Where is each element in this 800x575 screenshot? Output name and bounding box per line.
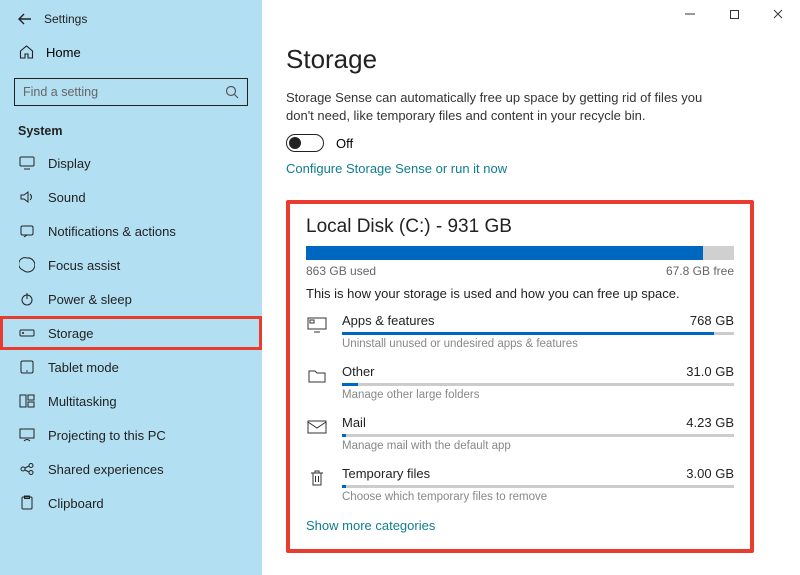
tablet-icon [18,359,36,375]
sidebar-item-label: Shared experiences [48,462,164,477]
sidebar-item-notifications[interactable]: Notifications & actions [0,214,262,248]
disk-free-label: 67.8 GB free [666,264,734,278]
category-hint: Choose which temporary files to remove [342,491,734,503]
category-hint: Manage other large folders [342,389,734,401]
category-size: 3.00 GB [686,466,734,481]
sidebar-item-label: Clipboard [48,496,104,511]
sidebar-item-label: Storage [48,326,94,341]
titlebar-controls [668,0,800,28]
sidebar: Settings Home Find a setting System Disp… [0,0,262,575]
close-button[interactable] [756,0,800,28]
search-input[interactable]: Find a setting [14,78,248,106]
window-title: Settings [44,12,87,26]
category-size: 768 GB [690,313,734,328]
show-more-categories-link[interactable]: Show more categories [306,518,435,533]
notifications-icon [18,223,36,239]
sidebar-item-multitasking[interactable]: Multitasking [0,384,262,418]
power-icon [18,291,36,307]
sidebar-nav: Display Sound Notifications & actions Fo… [0,146,262,520]
minimize-button[interactable] [668,0,712,28]
local-disk-panel: Local Disk (C:) - 931 GB 863 GB used 67.… [286,200,754,553]
category-name: Temporary files [342,466,430,481]
category-hint: Manage mail with the default app [342,440,734,452]
sidebar-item-clipboard[interactable]: Clipboard [0,486,262,520]
search-icon [225,85,239,99]
search-placeholder: Find a setting [23,85,98,99]
maximize-button[interactable] [712,0,756,28]
sound-icon [18,189,36,205]
disk-used-label: 863 GB used [306,264,376,278]
category-hint: Uninstall unused or undesired apps & fea… [342,338,734,350]
clipboard-icon [18,495,36,511]
page-title: Storage [286,44,756,75]
category-mail[interactable]: Mail 4.23 GB Manage mail with the default… [306,415,734,452]
category-apps-features[interactable]: Apps & features 768 GB Uninstall unused o… [306,313,734,350]
sidebar-item-label: Projecting to this PC [48,428,166,443]
sidebar-item-label: Focus assist [48,258,120,273]
mail-icon [306,416,328,438]
back-icon[interactable] [18,13,32,25]
trash-icon [306,467,328,489]
sidebar-item-focus-assist[interactable]: Focus assist [0,248,262,282]
sidebar-home[interactable]: Home [0,34,262,70]
sidebar-item-label: Sound [48,190,86,205]
sidebar-item-label: Display [48,156,91,171]
display-icon [18,155,36,171]
category-size: 4.23 GB [686,415,734,430]
category-other[interactable]: Other 31.0 GB Manage other large folders [306,364,734,401]
disk-description: This is how your storage is used and how… [306,286,734,301]
sidebar-item-shared-experiences[interactable]: Shared experiences [0,452,262,486]
disk-usage-bar [306,246,734,260]
sidebar-item-power-sleep[interactable]: Power & sleep [0,282,262,316]
sidebar-item-label: Power & sleep [48,292,132,307]
disk-usage-bar-fill [306,246,703,260]
sidebar-item-storage[interactable]: Storage [0,316,262,350]
storage-icon [18,325,36,341]
disk-title: Local Disk (C:) - 931 GB [306,216,734,238]
apps-icon [306,314,328,336]
category-size: 31.0 GB [686,364,734,379]
sidebar-section-label: System [0,114,262,146]
home-icon [18,44,34,60]
category-temporary-files[interactable]: Temporary files 3.00 GB Choose which temp… [306,466,734,503]
category-name: Mail [342,415,366,430]
storage-sense-toggle[interactable] [286,134,324,152]
configure-storage-sense-link[interactable]: Configure Storage Sense or run it now [286,161,507,176]
main-content: Storage Storage Sense can automatically … [262,0,800,575]
sidebar-item-display[interactable]: Display [0,146,262,180]
multitasking-icon [18,393,36,409]
sidebar-item-tablet-mode[interactable]: Tablet mode [0,350,262,384]
sidebar-item-label: Multitasking [48,394,117,409]
folder-icon [306,365,328,387]
sidebar-item-projecting[interactable]: Projecting to this PC [0,418,262,452]
category-name: Other [342,364,375,379]
projecting-icon [18,427,36,443]
storage-sense-description: Storage Sense can automatically free up … [286,89,716,124]
focus-assist-icon [18,257,36,273]
sidebar-home-label: Home [46,45,81,60]
shared-icon [18,461,36,477]
sidebar-item-sound[interactable]: Sound [0,180,262,214]
sidebar-item-label: Tablet mode [48,360,119,375]
category-name: Apps & features [342,313,435,328]
toggle-state-label: Off [336,136,353,151]
sidebar-item-label: Notifications & actions [48,224,176,239]
